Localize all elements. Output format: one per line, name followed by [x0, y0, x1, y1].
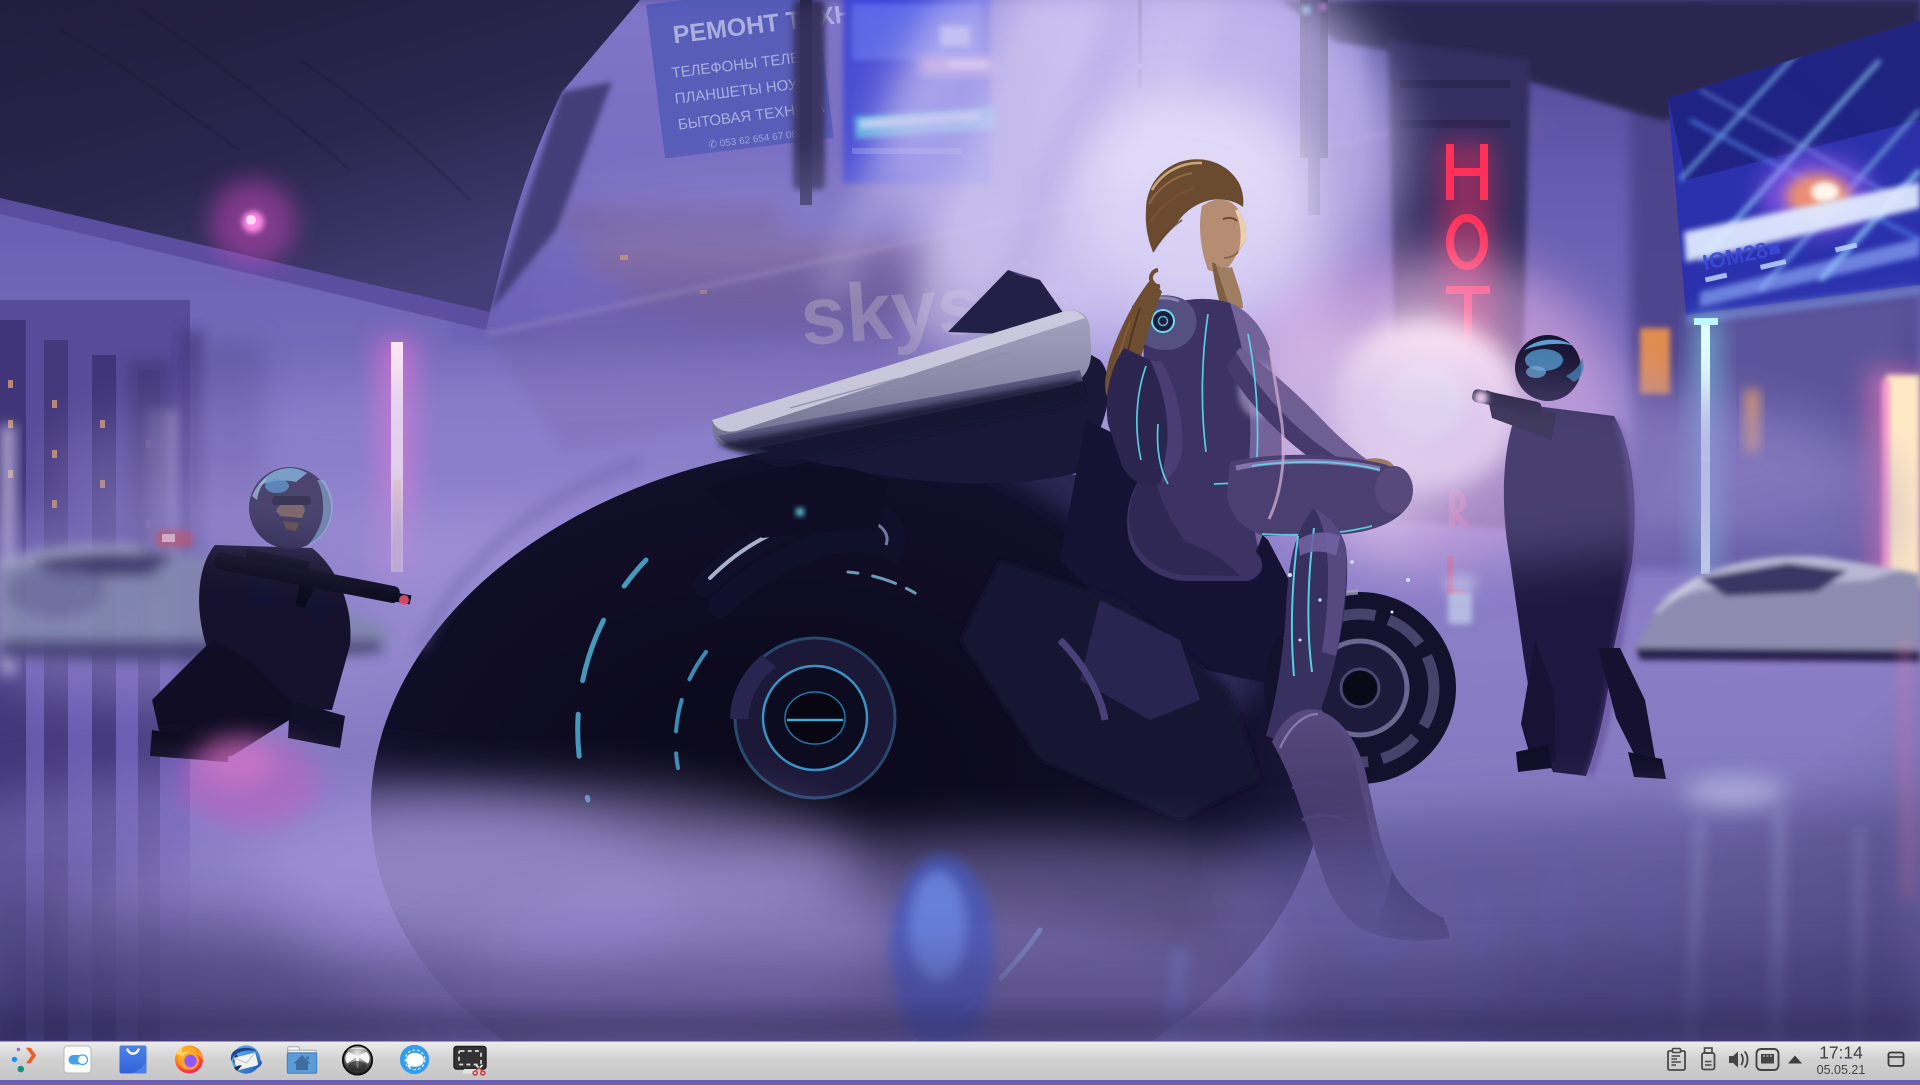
- svg-text:05.05.21: 05.05.21: [1817, 1063, 1866, 1077]
- svg-text:17:14: 17:14: [1819, 1043, 1863, 1063]
